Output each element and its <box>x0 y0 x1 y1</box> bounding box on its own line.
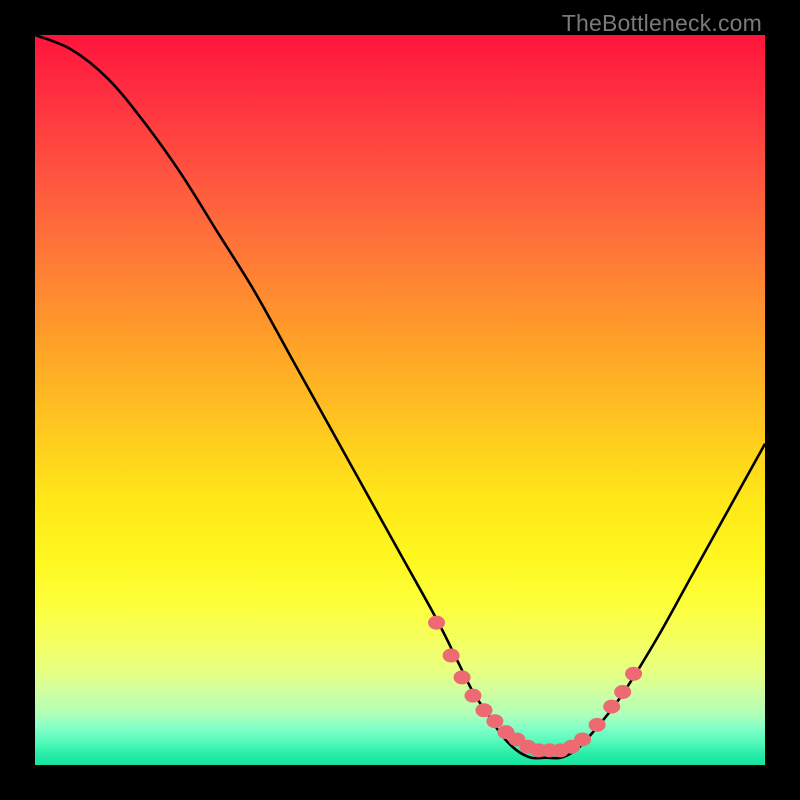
plot-area <box>35 35 765 765</box>
curve-line <box>35 35 765 758</box>
watermark-text: TheBottleneck.com <box>562 10 762 37</box>
curve-markers <box>428 616 642 758</box>
curve-marker <box>454 670 471 684</box>
curve-marker <box>614 685 631 699</box>
curve-marker <box>443 649 460 663</box>
curve-marker <box>475 703 492 717</box>
curve-marker <box>428 616 445 630</box>
bottleneck-curve <box>35 35 765 765</box>
curve-marker <box>603 700 620 714</box>
curve-marker <box>574 732 591 746</box>
curve-marker <box>589 718 606 732</box>
chart-frame: TheBottleneck.com <box>0 0 800 800</box>
curve-marker <box>486 714 503 728</box>
curve-marker <box>465 689 482 703</box>
curve-marker <box>625 667 642 681</box>
